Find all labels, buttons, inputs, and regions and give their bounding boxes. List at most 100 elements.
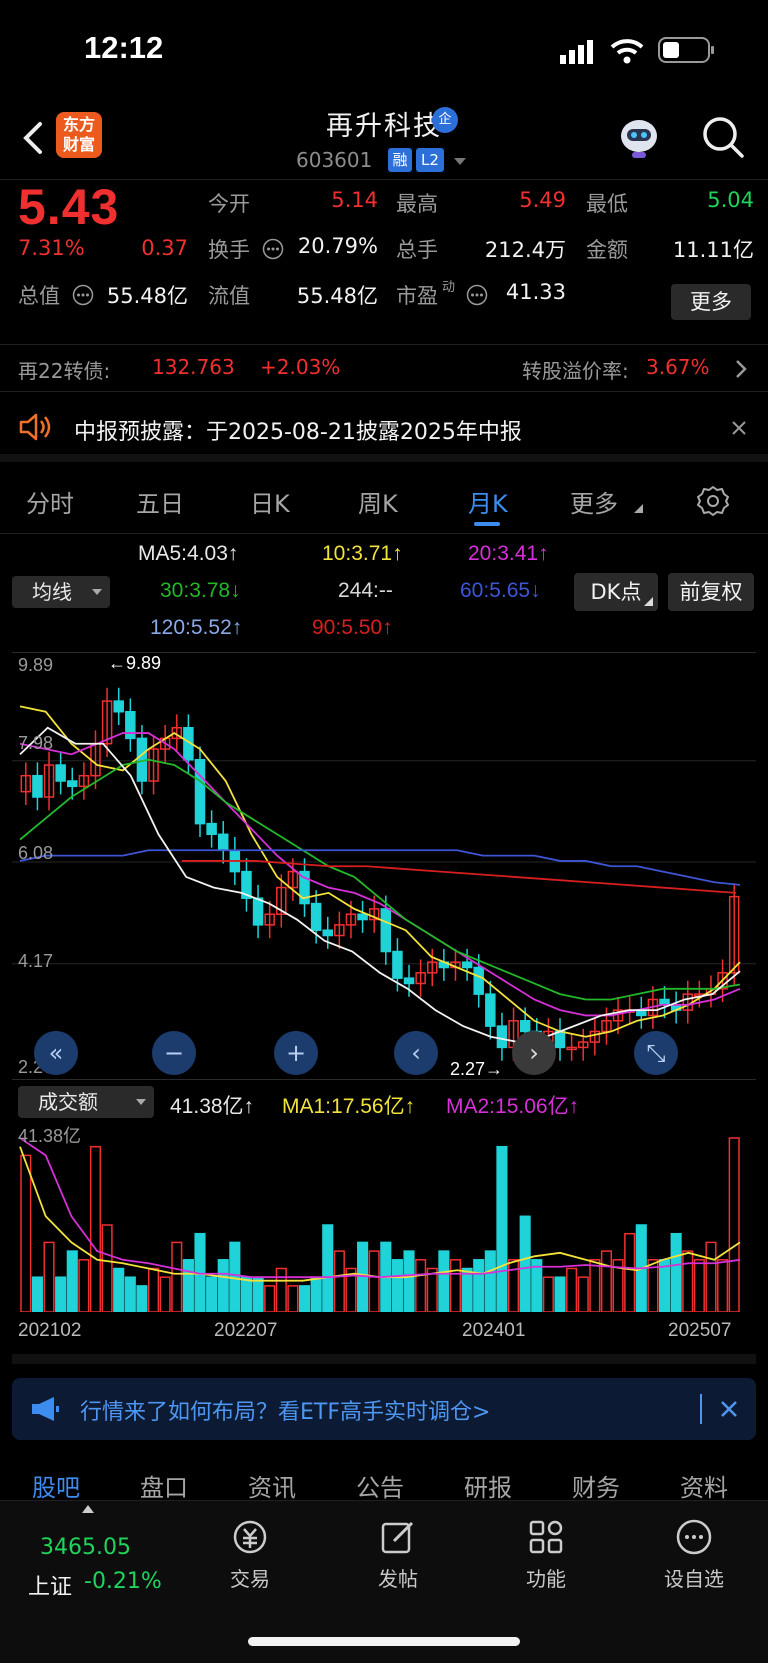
- candle-body: [206, 822, 217, 836]
- volume-bar: [113, 1267, 125, 1313]
- nav-functions[interactable]: 功能: [496, 1517, 596, 1592]
- volume-bar: [566, 1267, 578, 1313]
- tab-more[interactable]: 更多: [570, 484, 618, 519]
- bottom-content-tabs: 股吧 盘口 资讯 公告 研报 财务 资料: [0, 1458, 768, 1502]
- volume-bar: [333, 1250, 345, 1313]
- candle-body: [392, 950, 403, 979]
- amount-value: 11.11亿: [672, 238, 754, 262]
- ma-dropdown[interactable]: 均线: [12, 576, 110, 608]
- premium-label: 转股溢价率:: [522, 359, 629, 383]
- convertible-bond-row[interactable]: 再22转债: 132.763 +2.03% 转股溢价率: 3.67%: [0, 344, 768, 392]
- x-axis-label-3: 202401: [462, 1320, 526, 1341]
- scroll-right-icon[interactable]: ›: [512, 1031, 556, 1075]
- close-icon[interactable]: [731, 420, 747, 436]
- volume-bar: [206, 1276, 218, 1313]
- search-icon[interactable]: [700, 114, 746, 160]
- ma120-value: 120:5.52↑: [150, 616, 243, 639]
- nav-add-watchlist[interactable]: 设自选: [644, 1517, 744, 1592]
- y-axis-label-4: 4.17: [18, 951, 54, 971]
- tab-financials[interactable]: 财务: [572, 1468, 620, 1503]
- volume-bar: [240, 1276, 253, 1313]
- scroll-left-icon[interactable]: ‹: [394, 1031, 438, 1075]
- pe-label: 市盈: [396, 284, 438, 308]
- nav-trade[interactable]: 交易: [200, 1517, 300, 1592]
- volume-bar: [136, 1285, 148, 1313]
- volume-bar: [496, 1145, 508, 1313]
- close-icon[interactable]: [720, 1400, 738, 1418]
- volume-bar: [600, 1250, 613, 1313]
- caret-down-icon[interactable]: [454, 158, 466, 166]
- nav-post[interactable]: 发帖: [348, 1517, 448, 1592]
- low-value: 5.04: [707, 188, 754, 212]
- volume-indicator-dropdown[interactable]: 成交额: [18, 1086, 154, 1118]
- volume-bar: [577, 1276, 589, 1313]
- y-axis-label-2: 7.98: [18, 733, 54, 753]
- index-value[interactable]: 3465.05: [40, 1535, 131, 1560]
- high-marker: ←9.89: [108, 653, 162, 673]
- tab-five-day[interactable]: 五日: [136, 484, 184, 519]
- chart-divider: [12, 1354, 756, 1364]
- corner-triangle-icon: [644, 597, 653, 606]
- info-dots-icon[interactable]: [262, 238, 284, 260]
- volume-bar: [357, 1241, 369, 1313]
- tab-guba[interactable]: 股吧: [32, 1468, 80, 1503]
- open-value: 5.14: [331, 188, 378, 212]
- active-tab-indicator: [474, 522, 500, 526]
- volume-bar: [624, 1232, 636, 1313]
- market-cap-label: 总值: [18, 284, 60, 308]
- stock-header: 东方 财富 再升科技 企 603601 融 L2: [0, 100, 768, 180]
- volume-bar: [542, 1276, 554, 1313]
- signal-icon: [560, 40, 593, 64]
- tab-news[interactable]: 资讯: [248, 1468, 296, 1503]
- tab-weekly-k[interactable]: 周K: [358, 484, 398, 519]
- candle-body: [461, 961, 473, 969]
- gear-icon[interactable]: [696, 484, 730, 518]
- tab-profile[interactable]: 资料: [680, 1468, 728, 1503]
- premium-value: 3.67%: [646, 355, 710, 379]
- volume-value: 41.38亿↑: [170, 1095, 255, 1118]
- volume-bar: [171, 1241, 183, 1313]
- candle-body: [380, 908, 392, 953]
- assistant-robot-icon[interactable]: [614, 112, 664, 162]
- battery-icon: [658, 37, 714, 63]
- y-axis-label-3: 6.08: [18, 843, 54, 863]
- info-dots-icon[interactable]: [466, 284, 488, 306]
- tab-research[interactable]: 研报: [464, 1468, 512, 1503]
- volume-bar: [124, 1276, 136, 1313]
- volume-chart[interactable]: 41.38亿: [12, 1118, 756, 1313]
- nav-functions-label: 功能: [526, 1567, 566, 1591]
- ma10-value: 10:3.71↑: [322, 542, 403, 565]
- index-name[interactable]: 上证: [28, 1569, 72, 1601]
- volume-bar: [670, 1232, 682, 1313]
- adjust-button[interactable]: 前复权: [668, 573, 754, 611]
- volume-ma2: MA2:15.06亿↑: [446, 1095, 580, 1118]
- volume-bar: [519, 1215, 531, 1313]
- zoom-out-icon[interactable]: −: [152, 1031, 196, 1075]
- more-button[interactable]: 更多: [671, 284, 751, 320]
- ma10-line: [19, 705, 741, 1038]
- dk-point-button[interactable]: DK点: [574, 573, 658, 611]
- ad-banner[interactable]: 行情来了如何布局？看ETF高手实时调仓>: [12, 1378, 756, 1440]
- fullscreen-icon[interactable]: ⤡: [634, 1031, 678, 1075]
- index-change[interactable]: -0.21%: [84, 1569, 162, 1594]
- tab-pankou[interactable]: 盘口: [140, 1468, 188, 1503]
- ma30-value: 30:3.78↓: [160, 579, 241, 602]
- tab-daily-k[interactable]: 日K: [250, 484, 290, 519]
- volume-y-label: 41.38亿: [18, 1126, 82, 1146]
- candle-body: [217, 833, 229, 852]
- tab-monthly-k[interactable]: 月K: [468, 484, 508, 519]
- zoom-in-icon[interactable]: +: [274, 1031, 318, 1075]
- info-dots-icon[interactable]: [72, 284, 94, 306]
- ma244-value: 244:--: [338, 579, 393, 602]
- notice-bar[interactable]: 中报预披露：于2025-08-21披露2025年中报: [0, 398, 768, 462]
- candle-body: [322, 929, 333, 937]
- tab-intraday[interactable]: 分时: [26, 484, 74, 519]
- volume-bar: [426, 1267, 438, 1313]
- scroll-left-double-icon[interactable]: «: [34, 1031, 78, 1075]
- tab-announcements[interactable]: 公告: [356, 1468, 404, 1503]
- candle-body: [310, 902, 322, 931]
- kline-chart[interactable]: 9.89 7.98 6.08 4.17 2.27 ←9.89 2.27→ « −…: [12, 652, 756, 1080]
- volume-ma2-line: [19, 1137, 741, 1279]
- quote-panel: 5.43 7.31% 0.37 今开 5.14 最高 5.49 最低 5.04 …: [0, 179, 768, 342]
- volume-bar: [461, 1267, 473, 1313]
